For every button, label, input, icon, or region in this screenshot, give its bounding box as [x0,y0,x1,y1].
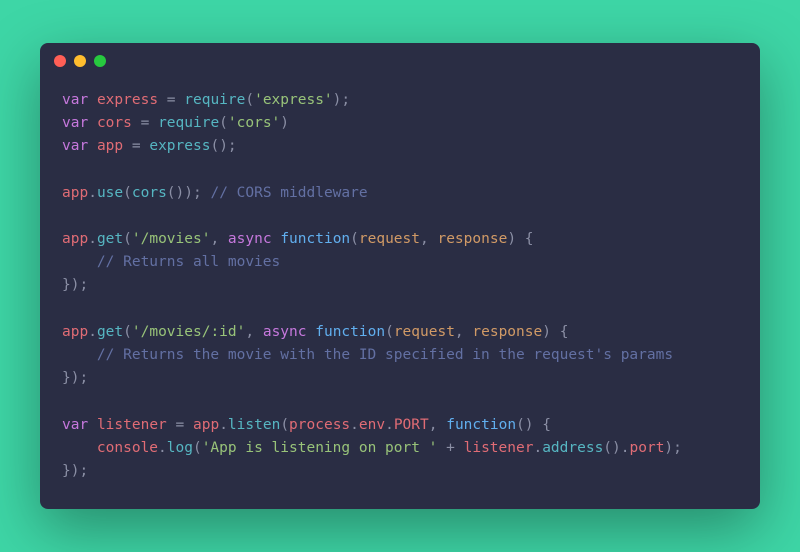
comment-cors: // CORS middleware [210,185,367,201]
fn-use: use [97,185,123,201]
fn-address: address [542,440,603,456]
string-movies-id: '/movies/:id' [132,324,246,340]
identifier-listener: listener [97,417,167,433]
window-titlebar [40,43,760,79]
identifier-app: app [97,138,123,154]
string-express: 'express' [254,92,333,108]
keyword-var: var [62,92,88,108]
param-request: request [359,231,420,247]
minimize-icon[interactable] [74,55,86,67]
keyword-async: async [228,231,272,247]
maximize-icon[interactable] [94,55,106,67]
code-block: var express = require('express'); var co… [40,79,760,509]
identifier-express: express [97,92,158,108]
string-listening: 'App is listening on port ' [202,440,438,456]
prop-port: port [630,440,665,456]
string-movies: '/movies' [132,231,211,247]
fn-get: get [97,231,123,247]
comment-returns-id: // Returns the movie with the ID specifi… [97,347,673,363]
fn-listen: listen [228,417,280,433]
param-response: response [437,231,507,247]
string-cors: 'cors' [228,115,280,131]
comment-returns-all: // Returns all movies [97,254,280,270]
keyword-function: function [280,231,350,247]
close-icon[interactable] [54,55,66,67]
code-window: var express = require('express'); var co… [40,43,760,509]
identifier-cors: cors [97,115,132,131]
fn-log: log [167,440,193,456]
fn-require: require [184,92,245,108]
